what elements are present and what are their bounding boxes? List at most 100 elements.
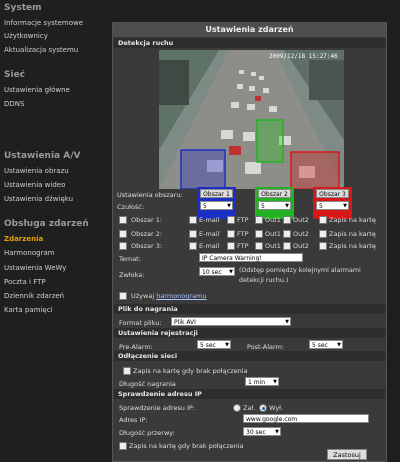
ip-address-input[interactable]: www.google.com	[243, 414, 369, 423]
area1-out2-label: Out2	[293, 216, 309, 224]
sidebar-item-memory-card[interactable]: Karta pamięci	[4, 306, 53, 314]
interval-label: Długość przerwy:	[119, 429, 175, 437]
area1-out1-label: Out1	[265, 216, 281, 224]
pre-alarm-label: Pre-Alarm:	[119, 343, 153, 351]
area2-out2-label: Out2	[293, 230, 309, 238]
sidebar-heading-events: Obsługa zdarzeń	[4, 219, 89, 229]
area1-ftp-checkbox[interactable]	[227, 216, 235, 224]
post-alarm-label: Post-Alarm:	[247, 343, 285, 351]
sidebar-item-system-info[interactable]: Informacje systemowe	[4, 19, 83, 27]
sidebar-item-users[interactable]: Użytkownicy	[4, 32, 48, 40]
subject-label: Temat:	[119, 255, 141, 263]
area1-out2-checkbox[interactable]	[283, 216, 291, 224]
area1-row-label: Obszar 1:	[131, 216, 163, 224]
section-file: Plik do nagrania	[114, 304, 385, 314]
area1-card-checkbox[interactable]	[319, 216, 327, 224]
use-schedule-checkbox[interactable]	[119, 292, 127, 300]
sidebar-item-io-settings[interactable]: Ustawienia WeWy	[4, 264, 66, 272]
sidebar-item-video-settings[interactable]: Ustawienia wideo	[4, 181, 65, 189]
area3-email-checkbox[interactable]	[189, 242, 197, 250]
sidebar-item-main-settings[interactable]: Ustawienia główne	[4, 86, 70, 94]
ip-check-on-radio[interactable]	[233, 404, 241, 412]
area2-out1-label: Out1	[265, 230, 281, 238]
camera-image: 2009/12/18 15:27:46	[159, 50, 344, 189]
sidebar-item-system-update[interactable]: Aktualizacja systemu	[4, 46, 78, 54]
sidebar-heading-system: System	[4, 3, 42, 13]
ip-check-off-radio[interactable]	[259, 404, 267, 412]
area3-card-checkbox[interactable]	[319, 242, 327, 250]
area3-ftp-checkbox[interactable]	[227, 242, 235, 250]
camera-timestamp: 2009/12/18 15:27:46	[269, 53, 338, 60]
area2-row-label: Obszar 2:	[131, 230, 163, 238]
area3-out2-checkbox[interactable]	[283, 242, 291, 250]
area1-button[interactable]: Obszar 1	[200, 189, 233, 198]
disconnect-save-label: Zapis na kartę gdy brak połączenia	[133, 367, 248, 375]
delay-select[interactable]: 10 sec ▼	[199, 267, 235, 276]
area3-enable-checkbox[interactable]	[119, 242, 127, 250]
section-ip-check: Sprawdzenie adresu IP	[114, 389, 385, 399]
ip-check-save-label: Zapis na kartę gdy brak połączenia	[129, 442, 244, 450]
sidebar-heading-network: Sieć	[4, 70, 26, 80]
area3-out1-label: Out1	[265, 242, 281, 250]
area1-sensitivity-select[interactable]: 5 ▼	[200, 201, 233, 210]
sensitivity-label: Czułość:	[117, 203, 145, 211]
ip-check-label: Sprawdzenie adresu IP:	[119, 404, 195, 412]
area1-out1-checkbox[interactable]	[255, 216, 263, 224]
sidebar-item-events[interactable]: Zdarzenia	[4, 235, 43, 243]
area2-email-checkbox[interactable]	[189, 230, 197, 238]
area-settings-label: Ustawienia obszaru:	[117, 191, 183, 199]
area3-card-label: Zapis na kartę	[329, 242, 376, 250]
file-format-select[interactable]: Plik AVI ▼	[171, 317, 291, 326]
area2-enable-checkbox[interactable]	[119, 230, 127, 238]
section-disconnect: Odłączenie sieci	[114, 351, 385, 361]
area3-button[interactable]: Obszar 3	[316, 189, 349, 198]
sidebar-item-audio-settings[interactable]: Ustawienia dźwięku	[4, 195, 73, 203]
sidebar-item-image-settings[interactable]: Ustawienia obrazu	[4, 167, 69, 175]
sidebar-item-ddns[interactable]: DDNS	[4, 100, 24, 108]
ip-check-save-checkbox[interactable]	[119, 442, 127, 450]
area2-card-checkbox[interactable]	[319, 230, 327, 238]
area1-enable-checkbox[interactable]	[119, 216, 127, 224]
page-title: Ustawienia zdarzeń	[113, 23, 386, 37]
area2-sensitivity-select[interactable]: 5 ▼	[258, 201, 291, 210]
sidebar-item-mail-ftp[interactable]: Poczta i FTP	[4, 278, 46, 286]
event-settings-panel: Ustawienia zdarzeń Detekcja ruchu 2009/1…	[112, 22, 387, 462]
record-length-select[interactable]: 1 min ▼	[245, 377, 279, 386]
area2-email-label: E-mail	[199, 230, 220, 238]
area1-email-label: E-mail	[199, 216, 220, 224]
schedule-link[interactable]: harmonogramu	[156, 292, 206, 300]
area2-ftp-label: FTP	[237, 230, 249, 238]
area2-button[interactable]: Obszar 2	[258, 189, 291, 198]
ip-address-label: Adres IP:	[119, 416, 148, 424]
area2-ftp-checkbox[interactable]	[227, 230, 235, 238]
subject-input[interactable]: IP Camera Warning!	[199, 253, 303, 262]
sidebar-heading-av: Ustawienia A/V	[4, 151, 81, 161]
area2-card-label: Zapis na kartę	[329, 230, 376, 238]
area2-out2-checkbox[interactable]	[283, 230, 291, 238]
area3-sensitivity-select[interactable]: 5 ▼	[316, 201, 349, 210]
area3-out2-label: Out2	[293, 242, 309, 250]
ip-check-off-label: Wył.	[269, 404, 284, 412]
post-alarm-select[interactable]: 5 sec ▼	[309, 340, 343, 349]
delay-label: Zwłoka:	[119, 271, 145, 279]
camera-preview[interactable]: 2009/12/18 15:27:46	[159, 50, 344, 189]
sidebar-item-schedule[interactable]: Harmonogram	[4, 249, 55, 257]
use-schedule-label: Używaj harmonogramu	[131, 292, 207, 300]
file-format-label: Format pliku:	[119, 319, 162, 327]
sidebar-item-event-log[interactable]: Dziennik zdarzeń	[4, 292, 64, 300]
delay-note: (Odstęp pomiędzy kolejnymi alarmami dete…	[239, 267, 361, 284]
area1-card-label: Zapis na kartę	[329, 216, 376, 224]
sidebar: System Informacje systemowe Użytkownicy …	[0, 0, 108, 462]
area3-ftp-label: FTP	[237, 242, 249, 250]
area2-out1-checkbox[interactable]	[255, 230, 263, 238]
area3-out1-checkbox[interactable]	[255, 242, 263, 250]
interval-select[interactable]: 30 sec ▼	[243, 427, 281, 436]
record-length-label: Długość nagrania	[119, 380, 176, 388]
area3-row-label: Obszar 3:	[131, 242, 163, 250]
ip-check-on-label: Zał.	[243, 404, 256, 412]
pre-alarm-select[interactable]: 5 sec ▼	[197, 340, 231, 349]
area3-email-label: E-mail	[199, 242, 220, 250]
save-button[interactable]: Zastosuj	[327, 449, 367, 460]
disconnect-save-checkbox[interactable]	[123, 367, 131, 375]
area1-email-checkbox[interactable]	[189, 216, 197, 224]
